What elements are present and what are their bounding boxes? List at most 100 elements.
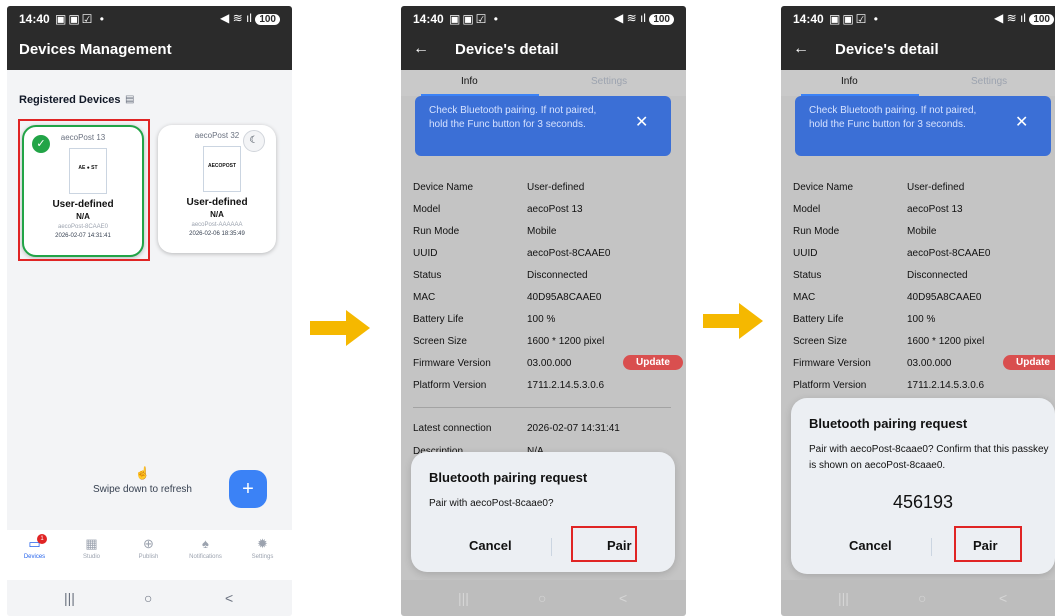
nav-notifications[interactable]: ♠ Notifications [178, 536, 233, 560]
cancel-button[interactable]: Cancel [469, 538, 512, 553]
system-nav: ||| ○ < [401, 580, 686, 616]
detail-row: Screen Size 1600 * 1200 pixel [413, 336, 675, 356]
battery-icon: 100 [649, 14, 674, 25]
status-bar: 14:40 ▣▣☑ • ◀ ≋ ıl 100 [781, 6, 1055, 32]
nav-devices[interactable]: ▭ 1 Devices [7, 534, 62, 560]
pairing-dialog: Bluetooth pairing request Pair with aeco… [411, 452, 675, 572]
row-key: MAC [793, 292, 816, 303]
row-value: Mobile [907, 226, 937, 237]
row-value: aecoPost 13 [527, 204, 583, 215]
device-id: aecoPost-AAAAAA [191, 222, 243, 228]
tab-info[interactable]: Info [461, 76, 478, 87]
signal-icon: ◀ ≋ ıl [220, 11, 252, 25]
pairing-banner: Check Bluetooth pairing. If not paired, … [415, 96, 671, 156]
devices-icon: ▭ [28, 536, 41, 551]
banner-text: Check Bluetooth pairing. If not paired, … [809, 105, 977, 130]
phone-device-detail: 14:40 ▣▣☑ • ◀ ≋ ıl 100 ← Device's detail… [401, 6, 686, 616]
battery-icon: 100 [1029, 14, 1054, 25]
divider [413, 407, 671, 408]
detail-row: Firmware Version 03.00.000 Update [793, 355, 1055, 378]
row-value: 40D95A8CAAE0 [907, 292, 982, 303]
tab-info[interactable]: Info [841, 76, 858, 87]
dialog-message: Pair with aecoPost-8caae0? [429, 498, 554, 509]
page-title: Devices Management [19, 41, 172, 58]
nav-publish[interactable]: ⊕ Publish [121, 536, 176, 560]
row-value: Disconnected [527, 270, 588, 281]
detail-row: Model aecoPost 13 [793, 204, 1055, 224]
back-arrow-icon[interactable]: ← [793, 40, 809, 58]
detail-row: Platform Version 1711.2.14.5.3.0.6 [793, 380, 1055, 400]
pairing-dialog-passkey: Bluetooth pairing request Pair with aeco… [791, 398, 1055, 574]
page-title: Device's detail [455, 41, 559, 58]
row-key: Screen Size [413, 336, 467, 347]
gear-icon: ✹ [257, 536, 268, 551]
detail-row: Status Disconnected [413, 270, 675, 290]
nav-label: Studio [82, 554, 100, 560]
row-key: Platform Version [793, 380, 867, 391]
close-icon[interactable]: ✕ [635, 115, 648, 131]
tab-settings[interactable]: Settings [971, 76, 1007, 87]
row-value: 1600 * 1200 pixel [907, 336, 985, 347]
app-bar: ← Device's detail [401, 32, 686, 70]
bottom-nav: ▭ 1 Devices ▦ Studio ⊕ Publish ♠ Notific… [7, 530, 292, 580]
detail-row: Latest connection 2026-02-07 14:31:41 [413, 423, 675, 443]
row-value: aecoPost 13 [907, 204, 963, 215]
close-icon[interactable]: ✕ [1015, 115, 1028, 131]
highlight-box [18, 119, 150, 261]
row-value: 2026-02-07 14:31:41 [527, 423, 620, 434]
cancel-button[interactable]: Cancel [849, 538, 892, 553]
row-value: 1600 * 1200 pixel [527, 336, 605, 347]
status-icons: ▣▣☑ • [449, 12, 500, 26]
back-button[interactable]: < [619, 590, 627, 606]
row-value: aecoPost-8CAAE0 [527, 248, 611, 259]
detail-row: UUID aecoPost-8CAAE0 [413, 248, 675, 268]
row-value: 03.00.000 [907, 358, 952, 369]
row-key: Model [793, 204, 821, 215]
row-value: 100 % [527, 314, 556, 325]
logo-text: AECOPOST [207, 163, 237, 169]
nav-studio[interactable]: ▦ Studio [64, 536, 119, 560]
status-right: ◀ ≋ ıl 100 [220, 11, 280, 25]
row-value: User-defined [907, 182, 965, 193]
device-value: N/A [210, 210, 224, 219]
row-value: Disconnected [907, 270, 968, 281]
tab-settings[interactable]: Settings [591, 76, 627, 87]
tab-bar: Info Settings [401, 70, 686, 96]
nav-settings[interactable]: ✹ Settings [235, 536, 290, 560]
back-button[interactable]: < [225, 590, 233, 606]
device-list-icon[interactable]: ▤ [125, 94, 134, 105]
tab-bar: Info Settings [781, 70, 1055, 96]
swipe-hand-icon: ☝ [135, 466, 150, 480]
row-key: Run Mode [413, 226, 460, 237]
detail-row: Platform Version 1711.2.14.5.3.0.6 [413, 380, 675, 400]
back-button[interactable]: < [999, 590, 1007, 606]
device-thumbnail: AECOPOST [203, 146, 241, 192]
update-button[interactable]: Update [623, 355, 683, 370]
recents-button[interactable]: ||| [458, 590, 469, 606]
back-arrow-icon[interactable]: ← [413, 40, 429, 58]
notification-badge: 1 [37, 534, 47, 544]
device-date: 2026-02-06 18:35:49 [189, 231, 245, 237]
detail-row: UUID aecoPost-8CAAE0 [793, 248, 1055, 268]
dialog-title: Bluetooth pairing request [809, 416, 968, 431]
detail-row: MAC 40D95A8CAAE0 [413, 292, 675, 312]
detail-row: Model aecoPost 13 [413, 204, 675, 224]
phone-device-detail-passkey: 14:40 ▣▣☑ • ◀ ≋ ıl 100 ← Device's detail… [781, 6, 1055, 616]
detail-row: Status Disconnected [793, 270, 1055, 290]
recents-button[interactable]: ||| [64, 590, 75, 606]
moon-icon[interactable]: ☾ [243, 130, 265, 152]
add-device-button[interactable]: + [229, 470, 267, 508]
bell-icon: ♠ [202, 536, 209, 551]
status-right: ◀ ≋ ıl 100 [994, 11, 1054, 25]
home-button[interactable]: ○ [144, 590, 152, 606]
row-key: Battery Life [793, 314, 844, 325]
dialog-title: Bluetooth pairing request [429, 470, 588, 485]
app-bar: Devices Management [7, 32, 292, 70]
home-button[interactable]: ○ [918, 590, 926, 606]
row-key: Firmware Version [793, 358, 871, 369]
recents-button[interactable]: ||| [838, 590, 849, 606]
update-button[interactable]: Update [1003, 355, 1055, 370]
home-button[interactable]: ○ [538, 590, 546, 606]
status-time: 14:40 [19, 12, 50, 26]
row-key: Status [413, 270, 442, 281]
